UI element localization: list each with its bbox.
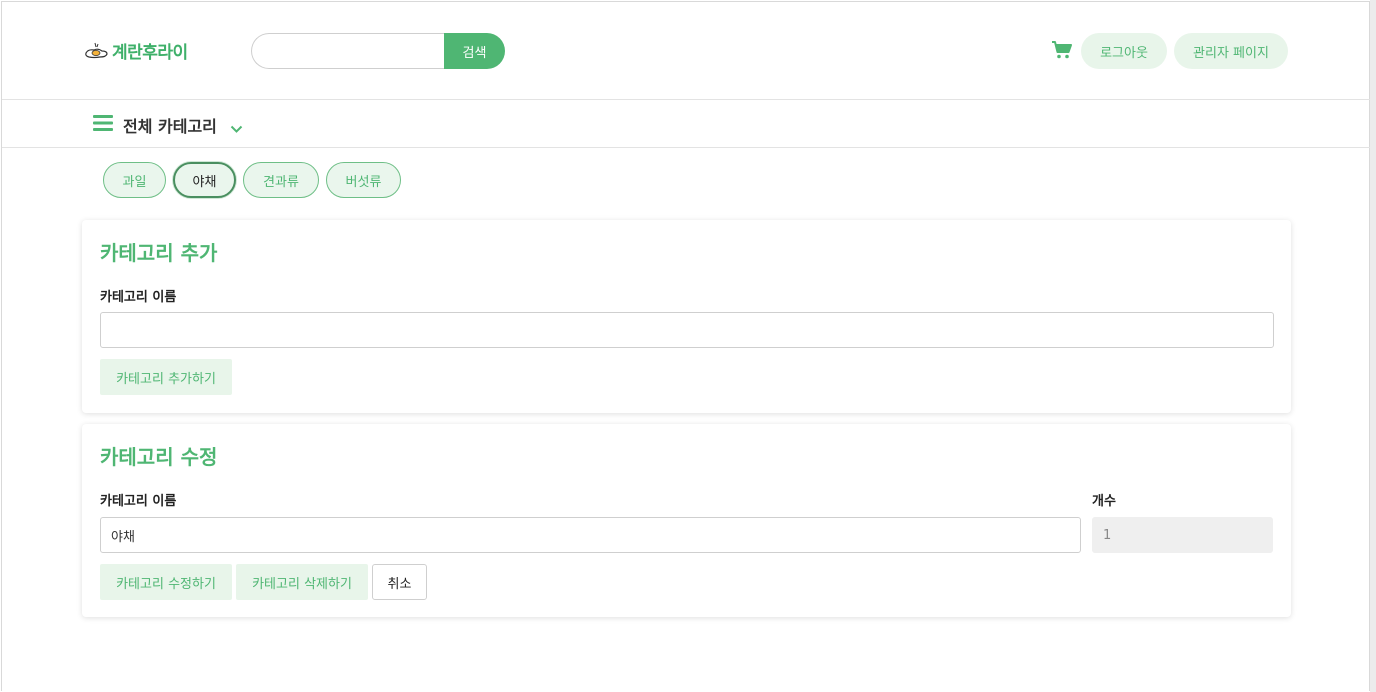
search-input[interactable] xyxy=(251,33,444,69)
search-button[interactable]: 검색 xyxy=(444,33,505,69)
add-category-title: 카테고리 추가 xyxy=(100,241,218,265)
category-chip-mushroom[interactable]: 버섯류 xyxy=(326,162,401,198)
edit-category-name-input[interactable] xyxy=(100,517,1081,553)
chevron-down-icon[interactable] xyxy=(230,119,243,138)
add-category-name-label: 카테고리 이름 xyxy=(100,290,177,305)
fried-egg-icon xyxy=(85,42,108,58)
cancel-button[interactable]: 취소 xyxy=(372,564,427,600)
logo-text: 계란후라이 xyxy=(112,43,188,63)
search-bar: 검색 xyxy=(251,33,505,69)
edit-category-title: 카테고리 수정 xyxy=(100,445,218,469)
count-input xyxy=(1092,517,1273,553)
logout-button[interactable]: 로그아웃 xyxy=(1081,33,1167,69)
cart-icon[interactable] xyxy=(1051,40,1073,64)
add-category-card: 카테고리 추가 카테고리 이름 카테고리 추가하기 xyxy=(82,220,1291,413)
count-label: 개수 xyxy=(1092,494,1116,509)
hamburger-icon[interactable] xyxy=(93,114,113,136)
admin-page-button[interactable]: 관리자 페이지 xyxy=(1174,33,1288,69)
category-chip-vegetable[interactable]: 야채 xyxy=(173,162,236,198)
category-bar: 전체 카테고리 xyxy=(2,100,1370,148)
edit-category-card: 카테고리 수정 카테고리 이름 개수 카테고리 수정하기 카테고리 삭제하기 취… xyxy=(82,424,1291,617)
add-category-name-input[interactable] xyxy=(100,312,1274,348)
top-header: 계란후라이 검색 로그아웃 관리자 페이지 xyxy=(2,2,1370,100)
delete-category-button[interactable]: 카테고리 삭제하기 xyxy=(236,564,368,600)
scrollbar-track[interactable] xyxy=(1370,0,1376,692)
all-categories-label[interactable]: 전체 카테고리 xyxy=(123,113,217,137)
edit-category-name-label: 카테고리 이름 xyxy=(100,494,177,509)
logo[interactable]: 계란후라이 xyxy=(82,38,188,63)
edit-category-button[interactable]: 카테고리 수정하기 xyxy=(100,564,232,600)
add-category-button[interactable]: 카테고리 추가하기 xyxy=(100,359,232,395)
category-chip-fruit[interactable]: 과일 xyxy=(103,162,166,198)
category-chip-nuts[interactable]: 견과류 xyxy=(243,162,319,198)
